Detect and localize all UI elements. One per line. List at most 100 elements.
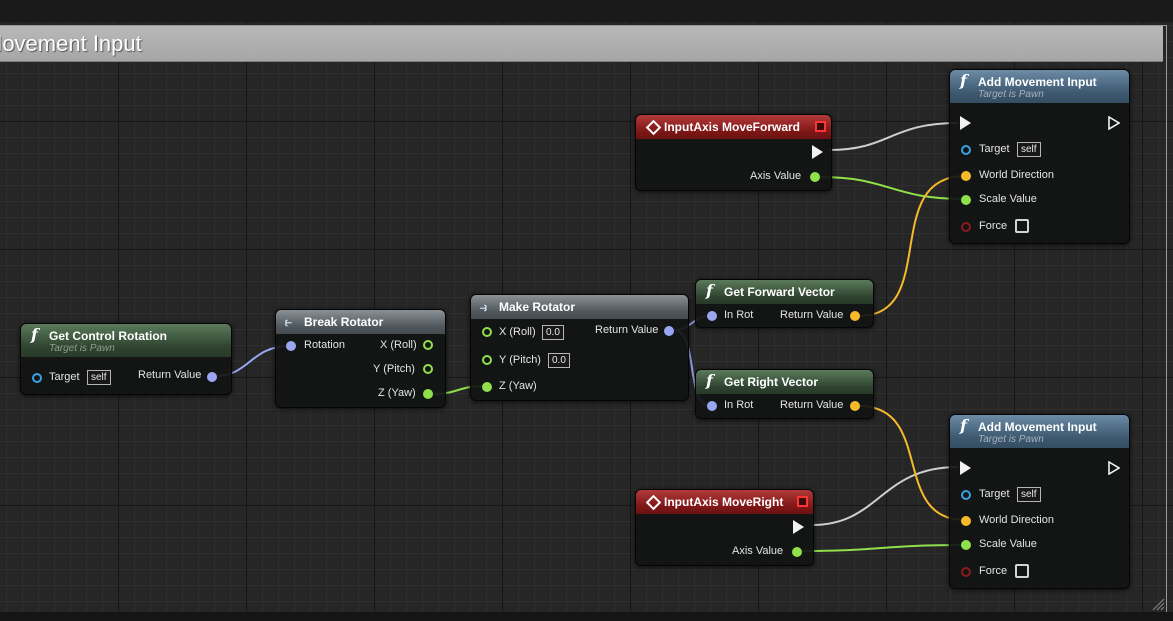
node-header: f Get Control Rotation Target is Pawn: [21, 324, 231, 357]
return-value-pin[interactable]: [850, 311, 860, 321]
node-subtitle: Target is Pawn: [978, 434, 1044, 445]
graph-bottom-bar: [0, 612, 1173, 621]
node-header: InputAxis MoveForward: [636, 115, 831, 139]
exec-in-pin[interactable]: [960, 461, 971, 475]
event-diamond-icon: [645, 119, 662, 136]
force-checkbox[interactable]: [1015, 564, 1029, 578]
return-value-label: Return Value: [595, 324, 659, 336]
exec-out-pin[interactable]: [1108, 461, 1120, 475]
node-subtitle: Target is Pawn: [49, 343, 115, 354]
blueprint-graph-canvas[interactable]: Movement Input f Get Control Rotation Ta…: [0, 0, 1173, 621]
return-value-label: Return Value: [780, 399, 844, 411]
node-get-forward-vector[interactable]: f Get Forward Vector In Rot Return Value: [695, 279, 874, 328]
y-pitch-pin[interactable]: [423, 364, 433, 374]
x-roll-label: X (Roll): [499, 326, 536, 338]
target-pin[interactable]: [961, 145, 971, 155]
node-header: f Add Movement Input Target is Pawn: [950, 415, 1129, 448]
function-icon: f: [960, 416, 967, 435]
exec-out-pin[interactable]: [812, 145, 823, 159]
node-get-right-vector[interactable]: f Get Right Vector In Rot Return Value: [695, 369, 874, 419]
node-title: Make Rotator: [499, 300, 576, 314]
return-value-label: Return Value: [138, 369, 202, 381]
node-break-rotator[interactable]: ⥼ Break Rotator Rotation X (Roll) Y (Pit…: [275, 309, 446, 408]
node-add-movement-input-forward[interactable]: f Add Movement Input Target is Pawn Targ…: [949, 69, 1130, 244]
node-header: ⥽ Make Rotator: [471, 295, 688, 319]
comment-box-header[interactable]: Movement Input: [0, 26, 1163, 62]
return-value-pin[interactable]: [664, 326, 674, 336]
y-pitch-label: Y (Pitch): [373, 363, 415, 375]
target-value[interactable]: self: [1017, 142, 1041, 157]
axis-value-pin[interactable]: [792, 547, 802, 557]
x-roll-pin[interactable]: [423, 340, 433, 350]
node-make-rotator[interactable]: ⥽ Make Rotator X (Roll) 0.0 Return Value…: [470, 294, 689, 401]
force-checkbox[interactable]: [1015, 219, 1029, 233]
make-struct-icon: ⥽: [480, 300, 487, 314]
world-direction-label: World Direction: [979, 514, 1054, 526]
in-rot-label: In Rot: [724, 309, 754, 321]
world-direction-label: World Direction: [979, 169, 1054, 181]
force-pin[interactable]: [961, 222, 971, 232]
comment-resize-grip-icon[interactable]: [1151, 597, 1165, 611]
node-input-axis-move-forward[interactable]: InputAxis MoveForward Axis Value: [635, 114, 832, 191]
node-subtitle: Target is Pawn: [978, 89, 1044, 100]
world-direction-pin[interactable]: [961, 516, 971, 526]
z-yaw-label: Z (Yaw): [378, 387, 416, 399]
exec-out-pin[interactable]: [1108, 116, 1120, 130]
function-icon: f: [960, 71, 967, 90]
target-value[interactable]: self: [1017, 487, 1041, 502]
y-pitch-value[interactable]: 0.0: [548, 353, 570, 368]
z-yaw-label: Z (Yaw): [499, 380, 537, 392]
in-rot-pin[interactable]: [707, 401, 717, 411]
node-title: InputAxis MoveRight: [664, 495, 784, 509]
in-rot-pin[interactable]: [707, 311, 717, 321]
node-title: Add Movement Input: [978, 75, 1097, 89]
world-direction-pin[interactable]: [961, 171, 971, 181]
node-title: Break Rotator: [304, 315, 384, 329]
rotation-label: Rotation: [304, 339, 345, 351]
scale-value-label: Scale Value: [979, 193, 1037, 205]
node-header: ⥼ Break Rotator: [276, 310, 445, 334]
node-header: f Add Movement Input Target is Pawn: [950, 70, 1129, 103]
function-icon: f: [31, 325, 38, 344]
x-roll-value[interactable]: 0.0: [542, 325, 564, 340]
node-title: Get Right Vector: [724, 375, 819, 389]
node-input-axis-move-right[interactable]: InputAxis MoveRight Axis Value: [635, 489, 814, 566]
force-label: Force: [979, 565, 1008, 577]
return-value-pin[interactable]: [207, 372, 217, 382]
graph-top-bar: [0, 0, 1173, 22]
target-pin[interactable]: [32, 373, 42, 383]
target-pin[interactable]: [961, 490, 971, 500]
axis-value-label: Axis Value: [732, 545, 784, 557]
force-label: Force: [979, 220, 1008, 232]
rotation-pin[interactable]: [286, 341, 296, 351]
scale-value-pin[interactable]: [961, 540, 971, 550]
target-label: Target: [979, 143, 1010, 155]
node-header: f Get Forward Vector: [696, 280, 873, 304]
y-pitch-label: Y (Pitch): [499, 354, 541, 366]
node-title: Get Control Rotation: [49, 329, 167, 343]
node-header: f Get Right Vector: [696, 370, 873, 394]
target-value[interactable]: self: [87, 370, 111, 385]
scale-value-label: Scale Value: [979, 538, 1037, 550]
axis-value-pin[interactable]: [810, 172, 820, 182]
node-title: Add Movement Input: [978, 420, 1097, 434]
exec-out-pin[interactable]: [793, 520, 804, 534]
x-roll-label: X (Roll): [380, 339, 417, 351]
node-header: InputAxis MoveRight: [636, 490, 813, 514]
node-title: Get Forward Vector: [724, 285, 835, 299]
return-value-pin[interactable]: [850, 401, 860, 411]
exec-in-pin[interactable]: [960, 116, 971, 130]
z-yaw-pin[interactable]: [482, 382, 492, 392]
node-get-control-rotation[interactable]: f Get Control Rotation Target is Pawn Ta…: [20, 323, 232, 395]
event-delegate-icon: [815, 121, 826, 132]
target-label: Target: [49, 371, 80, 383]
comment-title: Movement Input: [0, 31, 142, 56]
y-pitch-pin[interactable]: [482, 355, 492, 365]
z-yaw-pin[interactable]: [423, 389, 433, 399]
force-pin[interactable]: [961, 567, 971, 577]
x-roll-pin[interactable]: [482, 327, 492, 337]
node-add-movement-input-right[interactable]: f Add Movement Input Target is Pawn Targ…: [949, 414, 1130, 589]
scale-value-pin[interactable]: [961, 195, 971, 205]
function-icon: f: [706, 371, 713, 390]
event-delegate-icon: [797, 496, 808, 507]
